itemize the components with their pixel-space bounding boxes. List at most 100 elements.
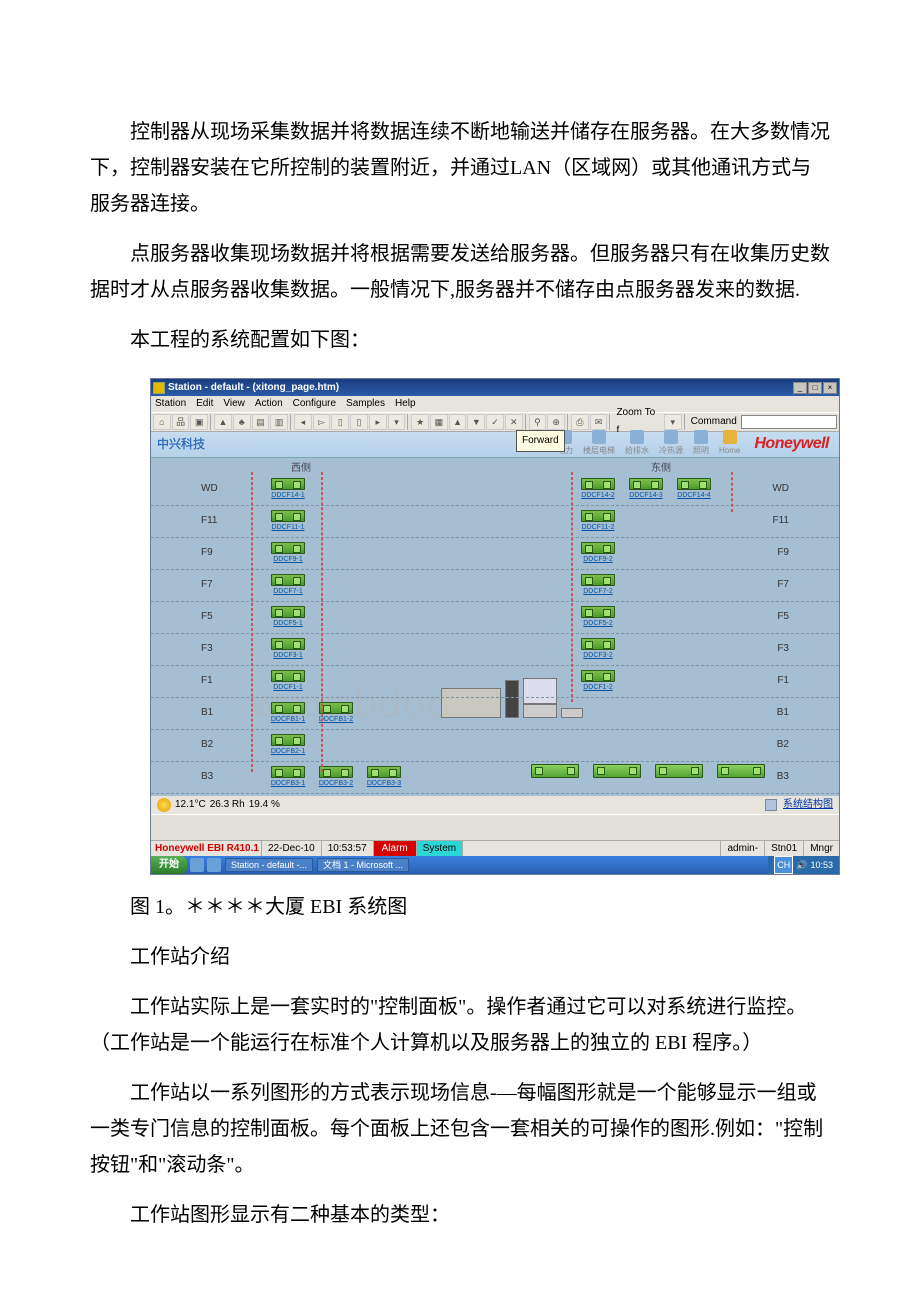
node-label[interactable]: DDCF11-1 [267,522,309,535]
ddc-node[interactable]: DDCFB3-2 [319,766,355,788]
ddc-node[interactable]: DDCF3-2 [581,638,617,660]
node-label[interactable]: DDCFB3-1 [267,778,309,791]
node-label[interactable]: DDCFB3-3 [363,778,405,791]
system-indicator[interactable]: System [416,841,462,856]
nav-lighting[interactable]: 照明 [689,430,713,458]
ddc-node[interactable]: DDCF5-2 [581,606,617,628]
ddc-node[interactable]: DDCF14-3 [629,478,665,500]
tool-tree-icon[interactable]: 品 [172,414,190,430]
node-label[interactable]: DDCF14-4 [673,490,715,503]
node-label[interactable]: DDCFB3-2 [315,778,357,791]
menu-edit[interactable]: Edit [196,395,213,413]
nav-home[interactable]: Home [715,430,744,458]
nav-hvac[interactable]: 冷热源 [655,430,687,458]
ddc-node[interactable]: DDCF14-2 [581,478,617,500]
ddc-node[interactable]: DDCF14-4 [677,478,713,500]
tray-lang[interactable]: CH [774,856,793,874]
node-label[interactable]: DDCF11-2 [577,522,619,535]
tool-print-icon[interactable]: ⎙ [571,414,589,430]
node-label[interactable]: DDCF5-1 [267,618,309,631]
tool-zoom-icon[interactable]: ⊕ [547,414,565,430]
tool-star-icon[interactable]: ★ [411,414,429,430]
taskbar-task-word[interactable]: 文档 1 - Microsoft ... [317,858,409,872]
tool-doc-icon[interactable]: ▤ [252,414,270,430]
tool-first-icon[interactable]: ◂ [294,414,312,430]
ddc-node[interactable]: DDCF9-2 [581,542,617,564]
system-tray[interactable]: CH 🔊 10:53 [768,856,839,874]
tool-down-icon[interactable]: ▼ [467,414,485,430]
tray-icon[interactable]: 🔊 [796,857,807,873]
ddc-node[interactable]: DDCF7-1 [271,574,307,596]
tool-bell-icon[interactable]: ▲ [214,414,232,430]
node-label[interactable]: DDCF14-2 [577,490,619,503]
tool-x-icon[interactable]: ✕ [505,414,523,430]
node-label[interactable]: DDCFB2-1 [267,746,309,759]
tool-prev-icon[interactable]: ▻ [313,414,331,430]
tool-back-icon[interactable]: ▯ [331,414,349,430]
menu-samples[interactable]: Samples [346,395,385,413]
node-label[interactable]: DDCF3-1 [267,650,309,663]
ddc-node[interactable]: DDCFB1-2 [319,702,355,724]
node-label[interactable]: DDCF3-2 [577,650,619,663]
tool-chart-icon[interactable]: ▣ [190,414,208,430]
node-label[interactable]: DDCF1-1 [267,682,309,695]
tool-check-icon[interactable]: ✓ [486,414,504,430]
large-controller[interactable] [717,764,753,786]
ddc-node[interactable]: DDCF9-1 [271,542,307,564]
ddc-node[interactable]: DDCF7-2 [581,574,617,596]
tool-search-icon[interactable]: ⚲ [529,414,547,430]
tool-user-icon[interactable]: ♣ [233,414,251,430]
ddc-node[interactable]: DDCF5-1 [271,606,307,628]
zoom-dropdown[interactable]: ▾ [664,414,682,430]
close-button[interactable]: × [823,382,837,394]
maximize-button[interactable]: □ [808,382,822,394]
node-label[interactable]: DDCF1-2 [577,682,619,695]
ddc-node[interactable]: DDCF1-2 [581,670,617,692]
tool-drop-icon[interactable]: ▾ [388,414,406,430]
ddc-node[interactable]: DDCFB3-3 [367,766,403,788]
menu-help[interactable]: Help [395,395,416,413]
menu-bar[interactable]: Station Edit View Action Configure Sampl… [151,396,839,412]
title-bar[interactable]: Station - default - (xitong_page.htm) _ … [151,379,839,396]
node-label[interactable]: DDCFB1-1 [267,714,309,727]
tool-mail-icon[interactable]: ✉ [590,414,608,430]
ddc-node[interactable]: DDCF11-1 [271,510,307,532]
tool-grid-icon[interactable]: ▦ [430,414,448,430]
menu-view[interactable]: View [223,395,245,413]
ddc-node[interactable]: DDCFB3-1 [271,766,307,788]
large-controller[interactable] [531,764,567,786]
tool-next-icon[interactable]: ▸ [369,414,387,430]
alarm-indicator[interactable]: Alarm [373,841,416,856]
large-controller[interactable] [655,764,691,786]
structure-link-icon[interactable] [765,799,777,811]
node-label[interactable]: DDCF9-1 [267,554,309,567]
tool-fwd-icon[interactable]: ▯ [350,414,368,430]
tool-page-icon[interactable]: ▥ [270,414,288,430]
node-label[interactable]: DDCF14-3 [625,490,667,503]
node-label[interactable]: DDCF7-2 [577,586,619,599]
toolbar[interactable]: ⌂ 品 ▣ ▲ ♣ ▤ ▥ ◂ ▻ ▯ ▯ ▸ ▾ ★ ▦ ▲ ▼ ✓ ✕ ⚲ … [151,412,839,432]
windows-taskbar[interactable]: 开始 Station - default -... 文档 1 - Microso… [151,856,839,874]
ddc-node[interactable]: DDCFB2-1 [271,734,307,756]
quicklaunch-icon[interactable] [190,858,204,872]
ddc-node[interactable]: DDCF1-1 [271,670,307,692]
tool-home-icon[interactable]: ⌂ [153,414,171,430]
ddc-node[interactable]: DDCF11-2 [581,510,617,532]
quicklaunch-icon[interactable] [207,858,221,872]
start-button[interactable]: 开始 [151,856,187,874]
menu-action[interactable]: Action [255,395,283,413]
node-label[interactable]: DDCF5-2 [577,618,619,631]
node-label[interactable]: DDCF9-2 [577,554,619,567]
menu-station[interactable]: Station [155,395,186,413]
taskbar-task-station[interactable]: Station - default -... [225,858,313,872]
nav-water[interactable]: 给排水 [621,430,653,458]
tool-up-icon[interactable]: ▲ [449,414,467,430]
large-controller[interactable] [593,764,629,786]
nav-elevator[interactable]: 楼层电梯 [579,430,619,458]
ddc-node[interactable]: DDCF3-1 [271,638,307,660]
command-input[interactable] [741,415,837,429]
menu-configure[interactable]: Configure [293,395,336,413]
ddc-node[interactable]: DDCFB1-1 [271,702,307,724]
structure-link[interactable]: 系统结构图 [783,796,833,814]
ddc-node[interactable]: DDCF14-1 [271,478,307,500]
